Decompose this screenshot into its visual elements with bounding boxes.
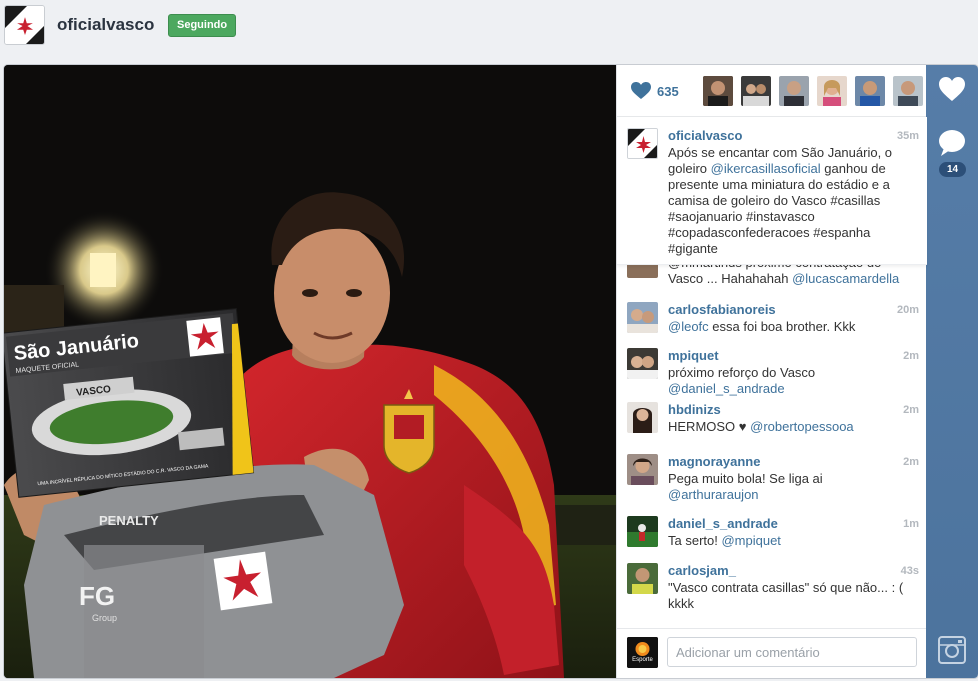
comment-time[interactable]: 20m	[897, 304, 919, 316]
comment-mention[interactable]: @mpiquet	[721, 533, 780, 548]
comment-text: "Vasco contrata casillas" só que não... …	[668, 580, 914, 612]
comment-text: Pega muito bola! Se liga ai @arthurarauj…	[668, 471, 914, 503]
comment-count-badge: 14	[939, 162, 966, 177]
comment-time[interactable]: 2m	[903, 456, 919, 468]
comment-avatar[interactable]	[627, 563, 658, 594]
comment-time[interactable]: 2m	[903, 350, 919, 362]
shirt-sponsor-text: FG	[79, 581, 115, 611]
profile-header: oficialvasco Seguindo	[0, 0, 978, 62]
comment-avatar[interactable]	[627, 516, 658, 547]
comment-avatar[interactable]	[627, 454, 658, 485]
likes-count[interactable]: 635	[657, 84, 679, 99]
comment-username[interactable]: magnorayanne	[668, 454, 760, 469]
following-button[interactable]: Seguindo	[168, 14, 237, 37]
comment-mention[interactable]: @robertopessooa	[750, 419, 854, 434]
comment-time[interactable]: 2m	[903, 404, 919, 416]
comment-avatar[interactable]	[627, 265, 658, 278]
comment-text: @leofc essa foi boa brother. Kkk	[668, 319, 914, 335]
camera-icon[interactable]	[926, 625, 978, 675]
comment-username[interactable]: carlosfabianoreis	[668, 302, 776, 317]
comment-text: @mmartinds próximo contratação do Vasco …	[668, 265, 914, 287]
comment-item: mpiquet 2m próximo reforço do Vasco @dan…	[617, 348, 927, 408]
shirt-sponsor-sub-text: Group	[92, 613, 117, 623]
comment-text: HERMOSO ♥ @robertopessooa	[668, 419, 914, 435]
liker-avatar[interactable]	[855, 76, 885, 106]
caption-avatar[interactable]	[627, 128, 658, 159]
comment-item-partial: @mmartinds próximo contratação do Vasco …	[617, 265, 927, 295]
shirt-brand-text: PENALTY	[99, 513, 159, 528]
comment-username[interactable]: carlosjam_	[668, 563, 736, 578]
caption-mention[interactable]: @ikercasillasoficial	[711, 161, 821, 176]
comment-username[interactable]: mpiquet	[668, 348, 719, 363]
comment-time[interactable]: 43s	[901, 565, 919, 577]
liker-avatar[interactable]	[817, 76, 847, 106]
comment-mention[interactable]: @arthuraraujon	[668, 487, 759, 502]
caption-username[interactable]: oficialvasco	[668, 128, 742, 143]
comment-text-part: Pega muito bola! Se liga ai	[668, 471, 823, 486]
liker-avatar[interactable]	[893, 76, 923, 106]
comment-text-part: Ta serto!	[668, 533, 722, 548]
like-button[interactable]	[926, 65, 978, 115]
comments-panel: 635 oficialvasco 35m Após se encantar co…	[616, 65, 927, 678]
likes-bar: 635	[617, 65, 927, 117]
caption-time[interactable]: 35m	[897, 130, 919, 142]
comment-username[interactable]: hbdinizs	[668, 402, 721, 417]
caption-text: Após se encantar com São Januário, o gol…	[668, 145, 914, 257]
add-comment-bar: Esporte	[617, 628, 927, 678]
post-card: PENALTY FG Group São Januário MAQUETE OF…	[4, 65, 978, 678]
comment-item: hbdinizs 2m HERMOSO ♥ @robertopessooa	[617, 402, 927, 462]
comment-mention[interactable]: @leofc	[668, 319, 709, 334]
comment-item: carlosjam_ 43s "Vasco contrata casillas"…	[617, 563, 927, 623]
comment-text: próximo reforço do Vasco @daniel_s_andra…	[668, 365, 914, 397]
liker-avatar[interactable]	[779, 76, 809, 106]
comment-avatar[interactable]	[627, 402, 658, 433]
post-photo[interactable]: PENALTY FG Group São Januário MAQUETE OF…	[4, 65, 616, 678]
heart-icon[interactable]	[631, 82, 651, 100]
comment-text: Ta serto! @mpiquet	[668, 533, 914, 549]
post-caption: oficialvasco 35m Após se encantar com Sã…	[617, 117, 927, 265]
comment-avatar[interactable]	[627, 302, 658, 333]
liker-avatar[interactable]	[741, 76, 771, 106]
comment-item: magnorayanne 2m Pega muito bola! Se liga…	[617, 454, 927, 514]
liker-avatar[interactable]	[703, 76, 733, 106]
current-user-avatar[interactable]: Esporte	[627, 637, 658, 668]
comment-text-part: HERMOSO ♥	[668, 419, 751, 434]
comment-mention[interactable]: @lucascamardella	[792, 271, 899, 286]
comment-avatar[interactable]	[627, 348, 658, 379]
comment-text-part: "Vasco contrata casillas" só que não... …	[668, 580, 904, 611]
speech-bubble-icon[interactable]	[926, 117, 978, 167]
comment-text-part: próximo reforço do Vasco	[668, 365, 816, 380]
current-user-avatar-label: Esporte	[632, 657, 653, 663]
comment-username[interactable]: daniel_s_andrade	[668, 516, 778, 531]
instagram-button[interactable]	[926, 625, 978, 675]
comment-list: @mmartinds próximo contratação do Vasco …	[617, 265, 927, 625]
profile-username[interactable]: oficialvasco	[57, 15, 154, 35]
action-rail: 14	[926, 65, 978, 678]
comment-mention[interactable]: @daniel_s_andrade	[668, 381, 785, 396]
comment-time[interactable]: 1m	[903, 518, 919, 530]
comment-button[interactable]	[926, 117, 978, 167]
add-comment-input[interactable]	[667, 637, 917, 667]
profile-avatar[interactable]	[4, 5, 45, 45]
heart-icon[interactable]	[926, 65, 978, 115]
comment-text-part: essa foi boa brother. Kkk	[708, 319, 856, 334]
